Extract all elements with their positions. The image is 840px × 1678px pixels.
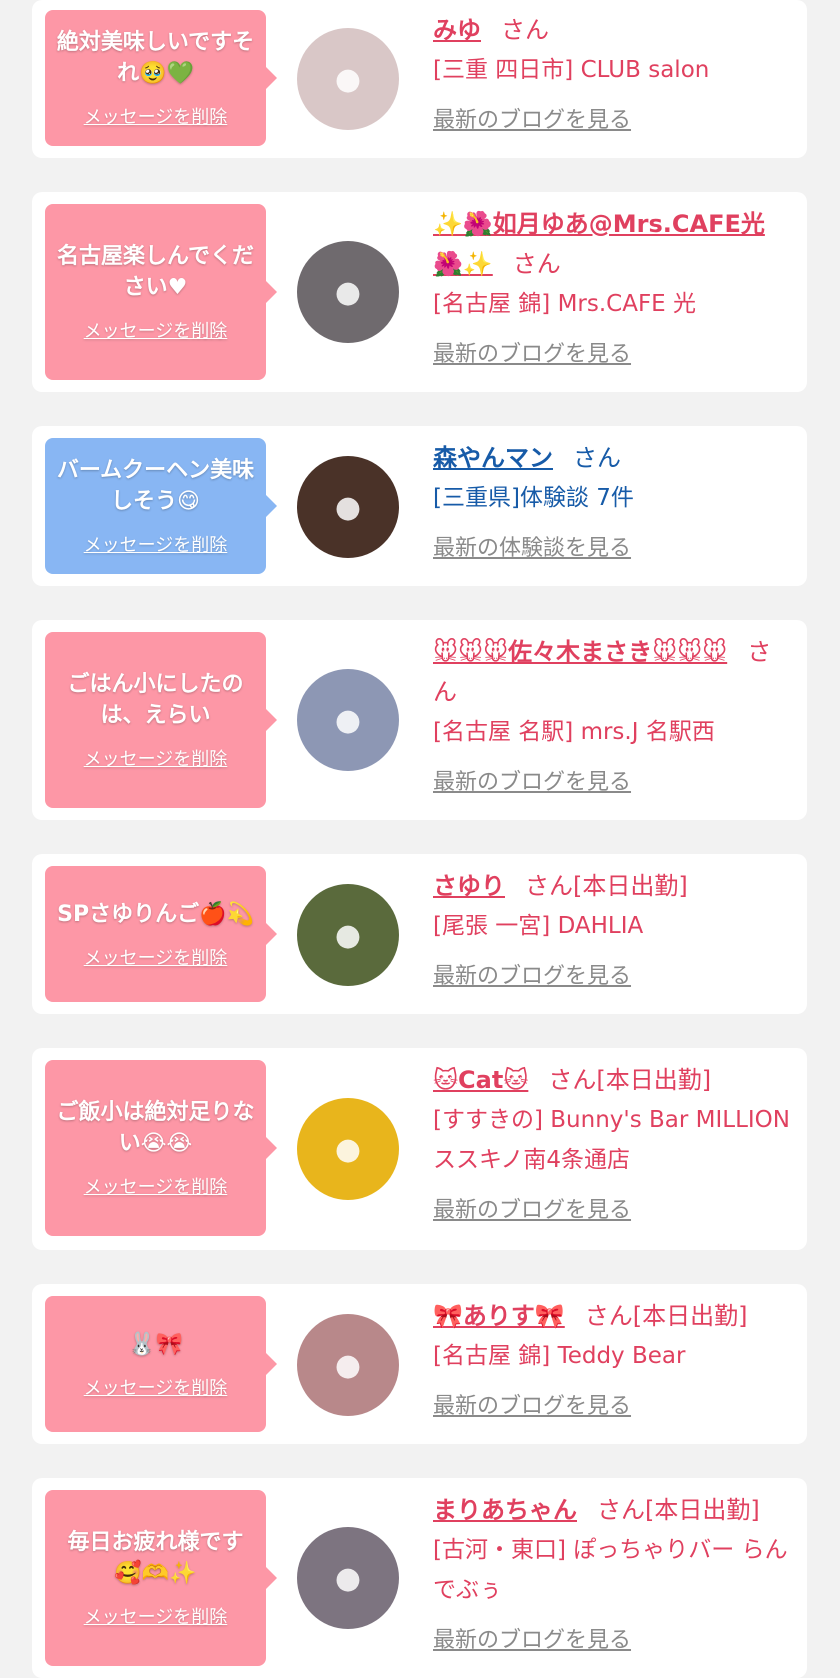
message-card: 絶対美味しいですそれ🥹💚 メッセージを削除 ● みゆ さん [三重 四日市] CL… <box>32 0 807 158</box>
latest-blog-link[interactable]: 最新のブログを見る <box>433 1192 631 1224</box>
sender-info: ✨🌺如月ゆあ@Mrs.CAFE光🌺✨ さん [名古屋 錦] Mrs.CAFE 光 … <box>433 200 793 368</box>
avatar[interactable]: ● <box>297 241 399 343</box>
delete-message-link[interactable]: メッセージを削除 <box>84 103 228 129</box>
message-bubble: 絶対美味しいですそれ🥹💚 メッセージを削除 <box>45 10 266 146</box>
sender-info: 🎀ありす🎀 さん[本日出勤] [名古屋 錦] Teddy Bear 最新のブログを… <box>433 1292 793 1420</box>
name-line: 森やんマン さん <box>433 438 793 478</box>
name-line: 🐱Cat🐱 さん[本日出勤] <box>433 1060 793 1100</box>
message-text: ご飯小は絶対足りない😭😭 <box>56 1100 255 1156</box>
message-bubble: 🐰🎀 メッセージを削除 <box>45 1296 266 1432</box>
avatar[interactable]: ● <box>297 1098 399 1200</box>
avatar[interactable]: ● <box>297 884 399 986</box>
name-line: 🎀ありす🎀 さん[本日出勤] <box>433 1296 793 1336</box>
sender-info: まりあちゃん さん[本日出勤] [古河・東口] ぽっちゃりバー らんでぶぅ 最新の… <box>433 1486 793 1654</box>
shop-info: [三重 四日市] CLUB salon <box>433 57 710 83</box>
sender-name-link[interactable]: 森やんマン <box>433 444 553 472</box>
avatar[interactable]: ● <box>297 1527 399 1629</box>
shop-info: [名古屋 名駅] mrs.J 名駅西 <box>433 719 715 745</box>
latest-blog-link[interactable]: 最新のブログを見る <box>433 764 631 796</box>
delete-message-link[interactable]: メッセージを削除 <box>84 1603 228 1629</box>
delete-message-link[interactable]: メッセージを削除 <box>84 1374 228 1400</box>
avatar[interactable]: ● <box>297 669 399 771</box>
sender-info: 🐱Cat🐱 さん[本日出勤] [すすきの] Bunny's Bar MILLION… <box>433 1056 793 1224</box>
message-bubble: 名古屋楽しんでください♥ メッセージを削除 <box>45 204 266 380</box>
avatar-image-icon: ● <box>334 917 362 953</box>
sender-name-link[interactable]: まりあちゃん <box>433 1496 577 1524</box>
name-line: さゆり さん[本日出勤] <box>433 866 793 906</box>
message-card: ごはん小にしたのは、えらい メッセージを削除 ● 🐭🐭🐭佐々木まさき🐭🐭🐭 さん … <box>32 620 807 820</box>
latest-blog-link[interactable]: 最新のブログを見る <box>433 1388 631 1420</box>
avatar-image-icon: ● <box>334 274 362 310</box>
message-text: 名古屋楽しんでください♥ <box>57 244 254 300</box>
experience-count: [三重県]体験談 7件 <box>433 485 634 511</box>
shop-info: [すすきの] Bunny's Bar MILLION ススキノ南4条通店 <box>433 1107 790 1173</box>
avatar-image-icon: ● <box>334 1131 362 1167</box>
message-bubble: 毎日お疲れ様です🥰🫶✨ メッセージを削除 <box>45 1490 266 1666</box>
avatar[interactable]: ● <box>297 28 399 130</box>
delete-message-link[interactable]: メッセージを削除 <box>84 317 228 343</box>
honorific: さん <box>501 16 549 44</box>
sender-name-link[interactable]: さゆり <box>433 872 505 900</box>
delete-message-link[interactable]: メッセージを削除 <box>84 944 228 970</box>
latest-review-link[interactable]: 最新の体験談を見る <box>433 530 631 562</box>
honorific: さん <box>512 250 561 278</box>
honorific: さん[本日出勤] <box>525 872 688 900</box>
avatar-image-icon: ● <box>334 61 362 97</box>
message-card: ご飯小は絶対足りない😭😭 メッセージを削除 ● 🐱Cat🐱 さん[本日出勤] [す… <box>32 1048 807 1250</box>
message-text: SPさゆりんご🍎💫 <box>57 901 254 927</box>
honorific: さん <box>573 444 621 472</box>
sender-info: みゆ さん [三重 四日市] CLUB salon 最新のブログを見る <box>433 6 793 134</box>
message-card: 名古屋楽しんでください♥ メッセージを削除 ● ✨🌺如月ゆあ@Mrs.CAFE光… <box>32 192 807 392</box>
sender-name-link[interactable]: みゆ <box>433 16 481 44</box>
message-card: バームクーヘン美味しそう😋 メッセージを削除 ● 森やんマン さん [三重県]体験… <box>32 426 807 586</box>
sender-info: 森やんマン さん [三重県]体験談 7件 最新の体験談を見る <box>433 434 793 562</box>
delete-message-link[interactable]: メッセージを削除 <box>84 1173 228 1199</box>
avatar[interactable]: ● <box>297 456 399 558</box>
message-bubble: ご飯小は絶対足りない😭😭 メッセージを削除 <box>45 1060 266 1236</box>
message-bubble: バームクーヘン美味しそう😋 メッセージを削除 <box>45 438 266 574</box>
avatar[interactable]: ● <box>297 1314 399 1416</box>
message-card: 毎日お疲れ様です🥰🫶✨ メッセージを削除 ● まりあちゃん さん[本日出勤] [古… <box>32 1478 807 1678</box>
message-bubble: ごはん小にしたのは、えらい メッセージを削除 <box>45 632 266 808</box>
sender-name-link[interactable]: 🐱Cat🐱 <box>433 1066 528 1094</box>
sender-name-link[interactable]: 🎀ありす🎀 <box>433 1302 565 1330</box>
delete-message-link[interactable]: メッセージを削除 <box>84 745 228 771</box>
name-line: まりあちゃん さん[本日出勤] <box>433 1490 793 1530</box>
honorific: さん[本日出勤] <box>597 1496 760 1524</box>
message-text: バームクーヘン美味しそう😋 <box>56 458 255 514</box>
sender-name-link[interactable]: ✨🌺如月ゆあ@Mrs.CAFE光🌺✨ <box>433 210 765 278</box>
latest-blog-link[interactable]: 最新のブログを見る <box>433 1622 631 1654</box>
avatar-image-icon: ● <box>334 489 362 525</box>
message-text: 🐰🎀 <box>128 1331 183 1357</box>
shop-info: [尾張 一宮] DAHLIA <box>433 913 644 939</box>
avatar-image-icon: ● <box>334 1347 362 1383</box>
delete-message-link[interactable]: メッセージを削除 <box>84 531 228 557</box>
sender-info: さゆり さん[本日出勤] [尾張 一宮] DAHLIA 最新のブログを見る <box>433 862 793 990</box>
latest-blog-link[interactable]: 最新のブログを見る <box>433 958 631 990</box>
latest-blog-link[interactable]: 最新のブログを見る <box>433 336 631 368</box>
latest-blog-link[interactable]: 最新のブログを見る <box>433 102 631 134</box>
message-list: 絶対美味しいですそれ🥹💚 メッセージを削除 ● みゆ さん [三重 四日市] CL… <box>0 0 840 1678</box>
shop-info: [古河・東口] ぽっちゃりバー らんでぶぅ <box>433 1537 788 1603</box>
sender-info: 🐭🐭🐭佐々木まさき🐭🐭🐭 さん [名古屋 名駅] mrs.J 名駅西 最新のブログ… <box>433 628 793 796</box>
message-bubble: SPさゆりんご🍎💫 メッセージを削除 <box>45 866 266 1002</box>
message-card: SPさゆりんご🍎💫 メッセージを削除 ● さゆり さん[本日出勤] [尾張 一宮]… <box>32 854 807 1014</box>
message-text: 絶対美味しいですそれ🥹💚 <box>56 30 255 86</box>
message-card: 🐰🎀 メッセージを削除 ● 🎀ありす🎀 さん[本日出勤] [名古屋 錦] Tedd… <box>32 1284 807 1444</box>
message-text: ごはん小にしたのは、えらい <box>67 672 244 728</box>
name-line: みゆ さん <box>433 10 793 50</box>
avatar-image-icon: ● <box>334 702 362 738</box>
sender-name-link[interactable]: 🐭🐭🐭佐々木まさき🐭🐭🐭 <box>433 638 727 666</box>
name-line: 🐭🐭🐭佐々木まさき🐭🐭🐭 さん <box>433 632 793 712</box>
shop-info: [名古屋 錦] Mrs.CAFE 光 <box>433 291 697 317</box>
shop-info: [名古屋 錦] Teddy Bear <box>433 1343 686 1369</box>
honorific: さん[本日出勤] <box>548 1066 712 1094</box>
message-text: 毎日お疲れ様です🥰🫶✨ <box>67 1530 244 1586</box>
name-line: ✨🌺如月ゆあ@Mrs.CAFE光🌺✨ さん <box>433 204 793 284</box>
honorific: さん[本日出勤] <box>584 1302 748 1330</box>
avatar-image-icon: ● <box>334 1560 362 1596</box>
